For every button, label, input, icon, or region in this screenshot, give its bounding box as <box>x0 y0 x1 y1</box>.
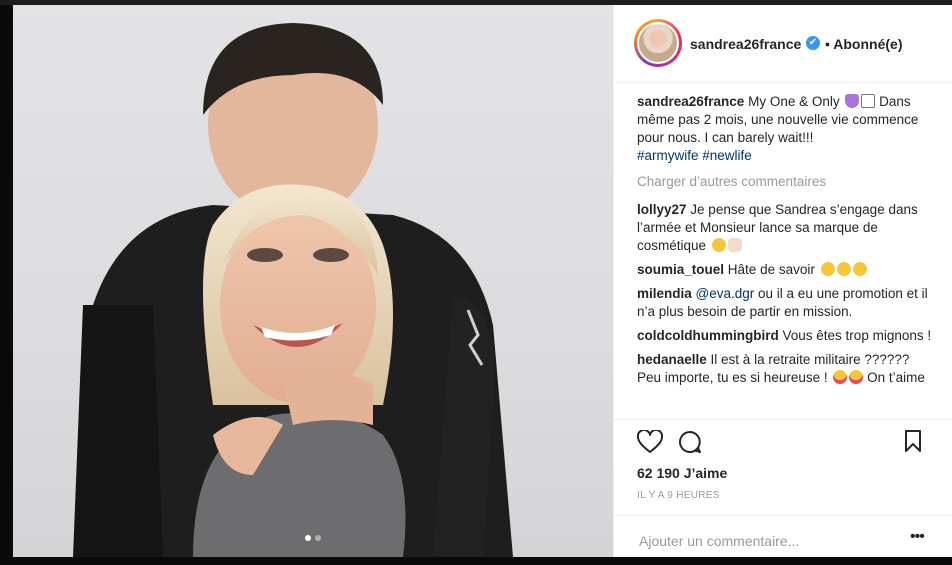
carousel-dot-1[interactable] <box>305 535 311 541</box>
verified-badge-icon: ✔ <box>806 36 820 50</box>
unknown-glyph-icon <box>861 94 876 108</box>
heart-outline-icon[interactable] <box>637 430 663 454</box>
follow-status-button[interactable]: • Abonné(e) <box>825 36 903 52</box>
comment-username[interactable]: coldcoldhummingbird <box>637 328 779 343</box>
mention-link[interactable]: @eva.dgr <box>696 286 755 301</box>
comment-item: coldcoldhummingbird Vous êtes trop migno… <box>637 327 937 345</box>
comment-text: Hâte de savoir <box>727 262 815 277</box>
load-more-comments-link[interactable]: Charger d’autres commentaires <box>637 173 937 191</box>
purple-heart-emoji-icon <box>845 94 860 108</box>
caption-text: My One & Only <box>748 94 840 109</box>
avatar[interactable] <box>637 22 679 64</box>
carousel-dot-2[interactable] <box>315 535 321 541</box>
add-comment-bar: ••• <box>614 515 952 562</box>
more-options-icon[interactable]: ••• <box>910 528 925 546</box>
carousel-indicator <box>305 535 321 541</box>
tongue-emoji-icon <box>836 262 851 276</box>
post-modal: sandrea26france ✔ • Abonné(e) sandrea26f… <box>13 5 952 557</box>
comment-username[interactable]: lollyy27 <box>637 202 687 217</box>
tongue-emoji-icon <box>852 262 867 276</box>
couple-photo-illustration <box>73 23 513 557</box>
comment-item: hedanaelle Il est à la retraite militair… <box>637 351 937 387</box>
bookmark-icon[interactable] <box>904 430 922 452</box>
add-comment-input[interactable] <box>637 532 911 550</box>
heart-eyes-emoji-icon <box>833 370 848 384</box>
comments-list[interactable]: sandrea26france My One & Only Dans même … <box>637 93 937 415</box>
comment-text: Vous êtes trop mignons ! <box>782 328 932 343</box>
post-actions: 62 190 J’aime IL Y A 9 HEURES ••• <box>614 419 952 550</box>
clapping-hands-emoji-icon <box>727 238 742 252</box>
heart-eyes-emoji-icon <box>849 370 864 384</box>
avatar-story-ring[interactable] <box>634 19 682 67</box>
comment-item: lollyy27 Je pense que Sandrea s’engage d… <box>637 201 937 255</box>
comment-text-tail: On t’aime <box>867 370 925 385</box>
caption: sandrea26france My One & Only Dans même … <box>637 93 937 165</box>
hashtag-link[interactable]: #newlife <box>702 148 752 163</box>
comment-item: milendia @eva.dgr ou il a eu une promoti… <box>637 285 937 321</box>
hashtag-link[interactable]: #armywife <box>637 148 699 163</box>
speech-bubble-icon[interactable] <box>678 430 702 454</box>
post-photo[interactable] <box>13 5 613 557</box>
caption-username[interactable]: sandrea26france <box>637 94 744 109</box>
comment-username[interactable]: hedanaelle <box>637 352 707 367</box>
post-sidebar: sandrea26france ✔ • Abonné(e) sandrea26f… <box>613 5 952 557</box>
laughing-emoji-icon <box>711 238 726 252</box>
post-header: sandrea26france ✔ • Abonné(e) <box>614 5 952 83</box>
comment-username[interactable]: milendia <box>637 286 692 301</box>
comment-username[interactable]: soumia_touel <box>637 262 724 277</box>
tongue-emoji-icon <box>820 262 835 276</box>
post-timestamp[interactable]: IL Y A 9 HEURES <box>637 490 720 501</box>
header-username[interactable]: sandrea26france <box>690 36 801 52</box>
comment-item: soumia_touel Hâte de savoir <box>637 261 937 279</box>
likes-count[interactable]: 62 190 J’aime <box>637 465 727 481</box>
